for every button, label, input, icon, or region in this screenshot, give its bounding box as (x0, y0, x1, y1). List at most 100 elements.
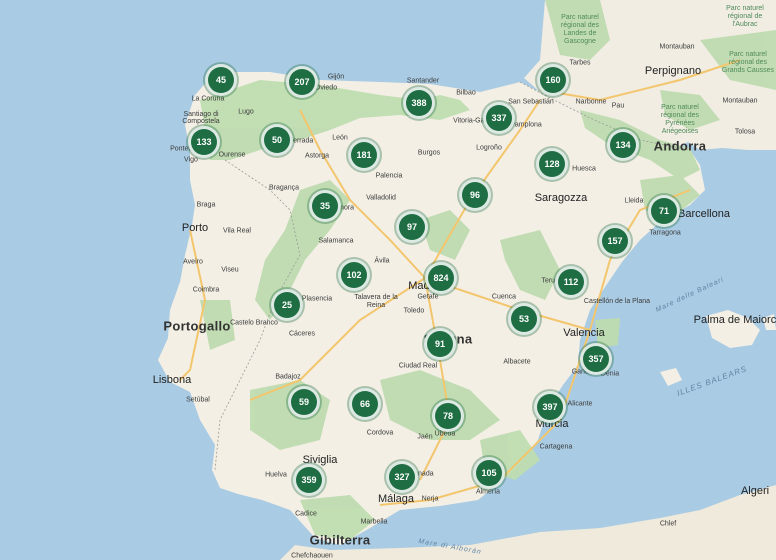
cluster-marker[interactable]: 91 (424, 328, 456, 360)
cluster-marker[interactable]: 66 (349, 388, 381, 420)
city-label-marbella: Marbella (360, 518, 388, 526)
city-label-cadice: Cadice (295, 510, 317, 518)
cluster-marker[interactable]: 359 (293, 464, 325, 496)
city-label-plasencia: Plasencia (301, 295, 333, 303)
city-label-algiers: Algeri (740, 485, 770, 497)
city-label-salamanca: Salamanca (318, 237, 354, 245)
city-label-talavera: Talavera de la Reina (354, 294, 398, 309)
city-label-gijon: Gijón (327, 73, 345, 81)
city-label-caceres: Cáceres (288, 330, 316, 338)
cluster-marker[interactable]: 128 (536, 148, 568, 180)
park-label-grands-causses: Parc naturel régional des Grands Causses (721, 51, 775, 74)
country-label-portugal: Portogallo (163, 318, 231, 334)
city-label-cuenca: Cuenca (491, 293, 517, 301)
city-label-logrono: Logroño (476, 144, 502, 152)
city-label-mont-de-marsan: Tarbes (569, 59, 591, 67)
city-label-san-sebastian: San Sebastián (508, 98, 554, 106)
city-label-lugo: Lugo (238, 108, 254, 116)
city-label-leon: León (332, 134, 348, 142)
cluster-marker[interactable]: 134 (607, 129, 639, 161)
city-label-huelva: Huelva (265, 471, 287, 479)
cluster-marker[interactable]: 824 (425, 262, 457, 294)
city-label-palencia: Palencia (375, 172, 403, 180)
park-label-aubrac: Parc naturel régional de l'Aubrac (726, 5, 764, 28)
city-label-almeria: Almería (475, 488, 501, 496)
city-label-coimbra: Coimbra (192, 286, 220, 294)
cluster-marker[interactable]: 25 (271, 289, 303, 321)
city-label-braga: Braga (196, 201, 216, 209)
city-label-carcassonne: Montauban (722, 97, 758, 105)
city-label-lleida: Lleida (624, 197, 644, 205)
city-label-valladolid: Valladolid (366, 194, 396, 202)
cluster-marker[interactable]: 35 (309, 190, 341, 222)
cluster-marker[interactable]: 78 (432, 400, 464, 432)
city-label-toledo: Toledo (403, 307, 425, 315)
city-label-huesca: Huesca (572, 165, 596, 173)
cluster-marker[interactable]: 59 (288, 386, 320, 418)
city-label-santander: Santander (406, 77, 440, 85)
city-label-avila: Ávila (374, 257, 390, 265)
city-label-vila-real: Vila Real (223, 227, 251, 235)
city-label-tangier: Chefchaouen (291, 552, 333, 560)
cluster-marker[interactable]: 71 (648, 195, 680, 227)
cluster-marker[interactable]: 96 (459, 179, 491, 211)
country-label-andorra: Andorra (653, 138, 707, 154)
city-label-badajoz: Badajoz (275, 373, 301, 381)
city-label-braganca: Bragança (269, 184, 299, 192)
city-label-tarragona: Tarragona (649, 229, 681, 237)
city-label-burgos: Burgos (417, 149, 441, 157)
city-label-palma: Palma de Maiorca (693, 314, 776, 326)
city-label-ourense: Ourense (218, 151, 246, 159)
cluster-marker[interactable]: 133 (188, 126, 220, 158)
city-label-oviedo: Oviedo (314, 84, 338, 92)
city-label-barcelona: Barcellona (678, 208, 730, 220)
country-label-gibraltar: Gibilterra (309, 532, 371, 548)
cluster-marker[interactable]: 53 (508, 303, 540, 335)
cluster-marker[interactable]: 337 (483, 102, 515, 134)
city-label-perpignan: Tolosa (734, 128, 756, 136)
cluster-marker[interactable]: 160 (537, 64, 569, 96)
cluster-marker[interactable]: 157 (599, 225, 631, 257)
city-label-pau: Narbonne (575, 98, 607, 106)
city-label-montauban: Montauban (659, 43, 695, 51)
city-label-santiago: Santiago di Compostela (182, 111, 220, 125)
cluster-marker[interactable]: 181 (348, 139, 380, 171)
city-label-cordova: Cordova (366, 429, 394, 437)
city-label-castelo-branco: Castelo Branco (230, 319, 278, 327)
city-label-getafe: Getafe (417, 293, 439, 301)
city-label-bilbao: Bilbao (456, 89, 476, 97)
cluster-marker[interactable]: 388 (403, 87, 435, 119)
city-label-chlef: Chlef (659, 520, 677, 528)
park-label-pyrenees: Parc naturel régional des Pyrénées Ariég… (660, 104, 700, 135)
city-label-la-coruna: La Coruña (191, 95, 225, 103)
city-label-pamplona: Pamplona (510, 121, 542, 129)
city-label-alicante: Alicante (567, 400, 593, 408)
city-label-castellon: Castellón de la Plana (583, 298, 651, 305)
city-label-porto: Porto (181, 222, 209, 234)
city-label-malaga: Málaga (377, 493, 415, 505)
city-label-astorga: Astorga (304, 152, 330, 160)
city-label-aveiro: Aveiro (183, 258, 203, 266)
cluster-marker[interactable]: 357 (580, 343, 612, 375)
city-label-viseu: Viseu (221, 266, 239, 274)
city-label-zaragoza: Saragozza (534, 192, 588, 204)
city-label-vigo: Vigo (184, 156, 198, 164)
city-label-toulouse: Perpignano (644, 65, 702, 77)
cluster-marker[interactable]: 397 (534, 391, 566, 423)
cluster-marker[interactable]: 105 (473, 457, 505, 489)
city-label-valencia: Valencia (563, 327, 605, 339)
cluster-marker[interactable]: 97 (396, 211, 428, 243)
city-label-albacete: Albacete (503, 358, 531, 366)
cluster-marker[interactable]: 50 (261, 124, 293, 156)
cluster-marker[interactable]: 327 (386, 461, 418, 493)
cluster-marker[interactable]: 112 (555, 266, 587, 298)
city-label-tarbes: Pau (611, 102, 625, 110)
park-label-landes: Parc naturel régional des Landes de Gasc… (560, 14, 600, 45)
cluster-marker[interactable]: 45 (205, 64, 237, 96)
city-label-nerja: Nerja (421, 495, 439, 503)
map-canvas[interactable]: Portogallo Andorra Gibilterra Spagna Bar… (0, 0, 776, 560)
cluster-marker[interactable]: 102 (338, 259, 370, 291)
city-label-ciudad-real: Ciudad Real (398, 362, 438, 370)
city-label-setubal: Setúbal (186, 396, 210, 404)
cluster-marker[interactable]: 207 (286, 66, 318, 98)
